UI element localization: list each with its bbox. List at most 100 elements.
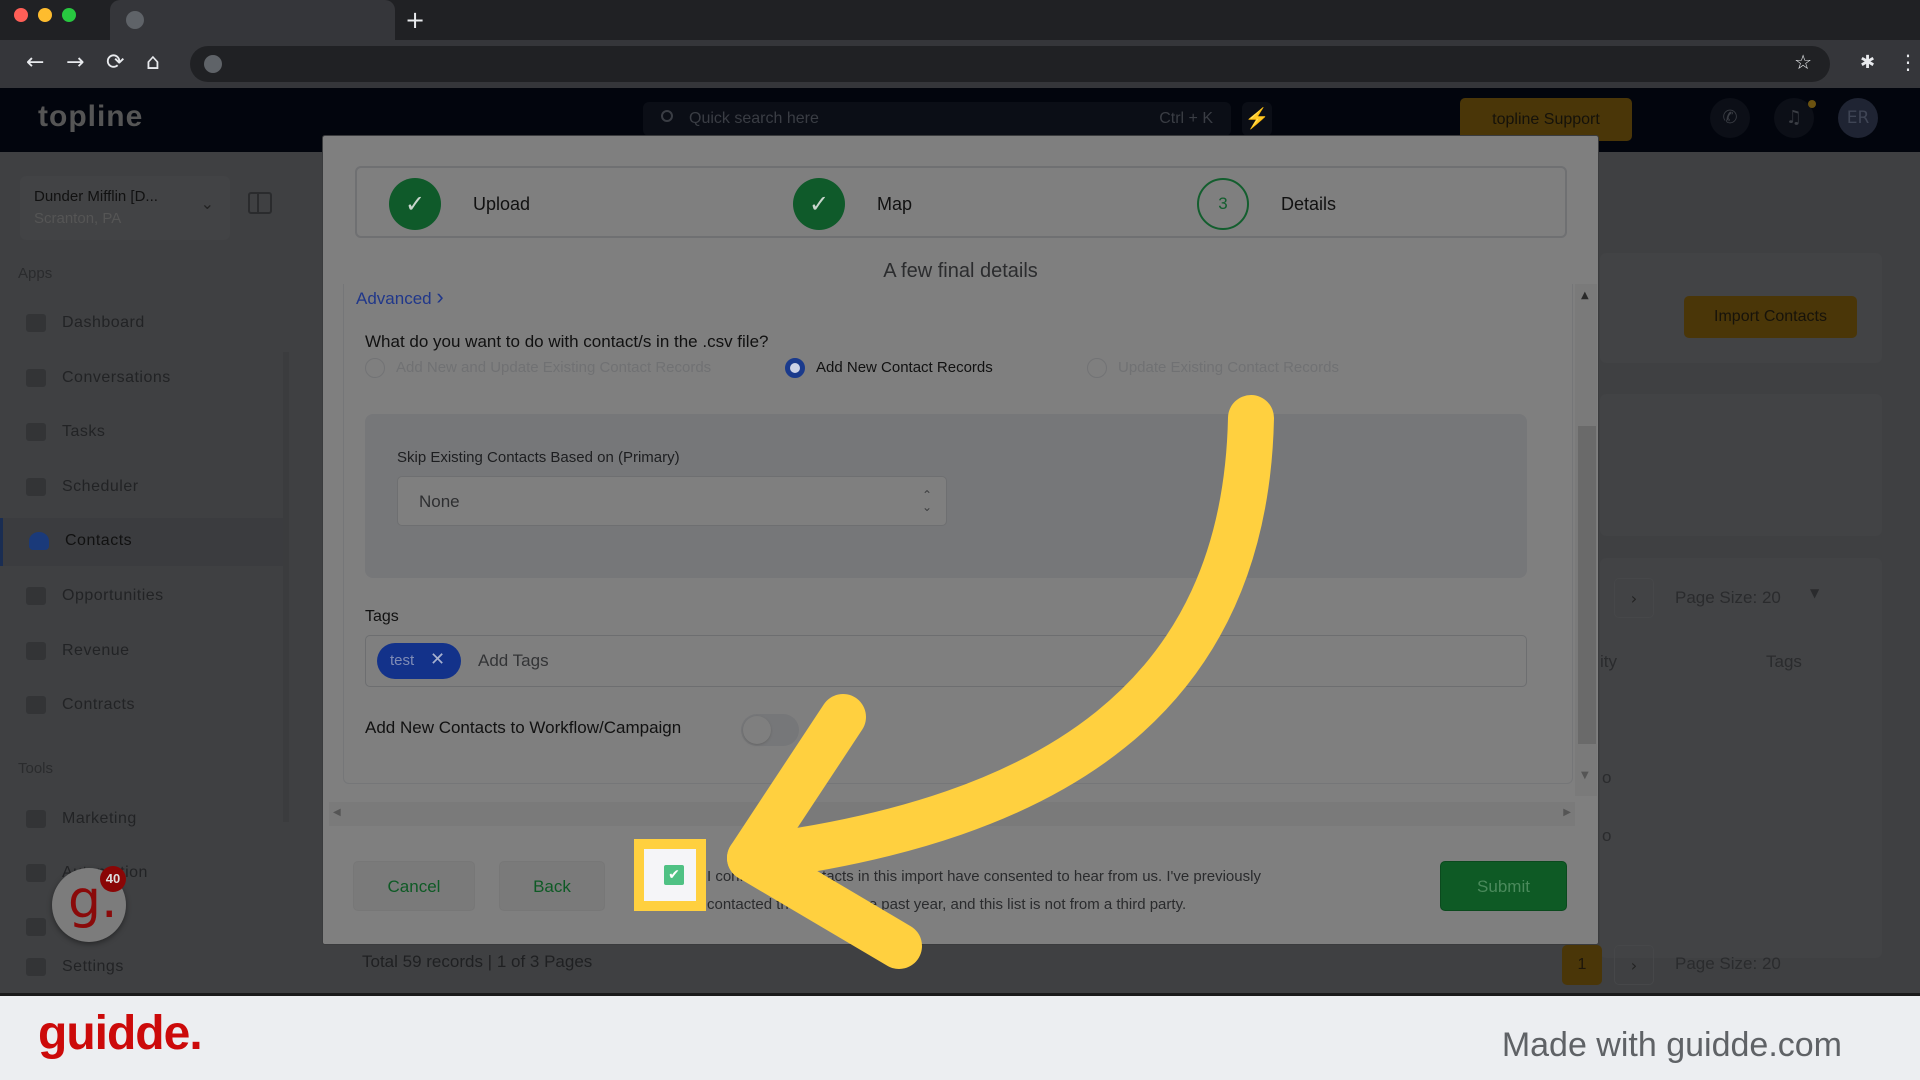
scroll-left-icon[interactable]: ◀	[333, 807, 341, 818]
close-window-button[interactable]	[14, 8, 28, 22]
consent-highlight-inner: ✔	[644, 849, 696, 901]
filter-card	[1600, 394, 1882, 536]
consent-line-1: I confirm that contacts in this import h…	[707, 868, 1261, 885]
vertical-scrollbar[interactable]: ▲ ▼	[1575, 284, 1597, 796]
page-size-select-bottom[interactable]: Page Size: 20	[1675, 954, 1781, 974]
column-header-tags[interactable]: Tags	[1766, 652, 1802, 672]
sidebar-item-label: Conversations	[62, 369, 171, 386]
sidebar-scrollbar[interactable]	[283, 352, 289, 822]
scrollbar-thumb[interactable]	[1578, 426, 1596, 744]
consent-checkbox[interactable]: ✔	[664, 865, 684, 885]
quick-search-input[interactable]: Quick search here Ctrl + K	[643, 102, 1231, 136]
guidde-logo: guidde.	[38, 1007, 203, 1060]
scroll-right-icon[interactable]: ▶	[1563, 807, 1571, 818]
records-status: Total 59 records | 1 of 3 Pages	[362, 952, 593, 971]
gears-icon	[26, 864, 46, 882]
sidebar-item-settings[interactable]: Settings	[0, 944, 285, 992]
site-info-icon[interactable]	[204, 55, 222, 73]
notification-dot	[1808, 100, 1816, 108]
back-button[interactable]: Back	[499, 861, 605, 911]
megaphone-icon	[26, 810, 46, 828]
modal-title: A few final details	[883, 260, 1038, 282]
skip-existing-label: Skip Existing Contacts Based on (Primary…	[397, 449, 680, 466]
sidebar-item-label: Contracts	[62, 696, 135, 713]
consent-line-2: contacted them within the past year, and…	[707, 896, 1187, 913]
submit-button[interactable]: Submit	[1440, 861, 1567, 911]
next-page-button[interactable]: ›	[1614, 578, 1654, 618]
import-details-modal: ✓ Upload ✓ Map 3 Details A few final det…	[322, 135, 1599, 945]
address-bar[interactable]: ☆	[190, 46, 1830, 82]
maximize-window-button[interactable]	[62, 8, 76, 22]
minimize-window-button[interactable]	[38, 8, 52, 22]
page-1-button[interactable]: 1	[1562, 945, 1602, 985]
check-icon: ✓	[793, 178, 845, 230]
sidebar-item-revenue[interactable]: Revenue	[0, 628, 285, 676]
sidebar-item-conversations[interactable]: Conversations	[0, 355, 285, 403]
sidebar-item-contracts[interactable]: Contracts	[0, 682, 285, 730]
workflow-toggle[interactable]	[741, 714, 799, 746]
step-number: 3	[1197, 178, 1249, 230]
back-arrow-icon[interactable]: ←	[26, 48, 44, 78]
radio-label[interactable]: Add New and Update Existing Contact Reco…	[396, 359, 711, 376]
skip-existing-select[interactable]: None ⌃ ⌄	[397, 476, 947, 526]
quick-search-placeholder: Quick search here	[689, 110, 819, 127]
phone-icon[interactable]: ✆	[1710, 98, 1750, 138]
table-cell: o	[1602, 826, 1612, 845]
made-with-guidde: Made with guidde.com	[1501, 1026, 1842, 1064]
sidebar-item-automation[interactable]: Automation	[0, 850, 285, 898]
sidebar-item-contacts[interactable]: Contacts	[0, 518, 285, 566]
step-label: Map	[877, 194, 913, 214]
account-switcher[interactable]: Dunder Mifflin [D... Scranton, PA ⌄	[20, 176, 230, 240]
advanced-link[interactable]: Advanced ›	[356, 284, 444, 310]
remove-tag-icon[interactable]: ✕	[430, 649, 445, 670]
sidebar-item-marketing[interactable]: Marketing	[0, 796, 285, 844]
csv-action-question: What do you want to do with contact/s in…	[365, 332, 769, 351]
sidebar-item-tasks[interactable]: Tasks	[0, 409, 285, 457]
tasks-icon	[26, 423, 46, 441]
next-page-button-bottom[interactable]: ›	[1614, 945, 1654, 985]
home-icon[interactable]: ⌂	[146, 48, 160, 78]
column-header-partial[interactable]: ity	[1600, 652, 1617, 672]
scroll-down-icon[interactable]: ▼	[1581, 770, 1589, 781]
browser-menu-icon[interactable]: ⋮	[1898, 50, 1918, 74]
document-icon	[26, 696, 46, 714]
tags-label: Tags	[365, 608, 399, 625]
new-tab-button[interactable]: +	[405, 6, 425, 34]
target-icon	[26, 587, 46, 605]
browser-tab[interactable]	[110, 0, 395, 40]
bolt-icon[interactable]: ⚡	[1242, 102, 1272, 136]
browser-tab-bar: +	[0, 0, 1920, 40]
radio-label[interactable]: Update Existing Contact Records	[1118, 359, 1339, 376]
forward-arrow-icon[interactable]: →	[66, 48, 84, 78]
tools-section-label: Tools	[18, 760, 54, 777]
cancel-button[interactable]: Cancel	[353, 861, 475, 911]
import-stepper: ✓ Upload ✓ Map 3 Details	[355, 166, 1567, 238]
select-updown-icon: ⌃ ⌄	[921, 488, 932, 514]
tags-input[interactable]: test ✕ Add Tags	[365, 635, 1527, 687]
browser-toolbar: ← → ⟳ ⌂ ☆ ✱ ⋮	[0, 40, 1920, 88]
sidebar-item-scheduler[interactable]: Scheduler	[0, 464, 285, 512]
radio-add-and-update[interactable]	[365, 358, 385, 378]
user-avatar[interactable]: ER	[1838, 98, 1878, 138]
radio-update-existing[interactable]	[1087, 358, 1107, 378]
radio-label[interactable]: Add New Contact Records	[816, 359, 993, 376]
sidebar: Dunder Mifflin [D... Scranton, PA ⌄ Apps…	[0, 152, 290, 993]
extensions-icon[interactable]: ✱	[1860, 52, 1875, 73]
reload-icon[interactable]: ⟳	[106, 48, 124, 78]
import-contacts-button[interactable]: Import Contacts	[1684, 296, 1857, 338]
page-size-select[interactable]: Page Size: 20	[1675, 588, 1781, 608]
radio-add-new[interactable]	[785, 358, 805, 378]
scroll-up-icon[interactable]: ▲	[1581, 290, 1589, 301]
horizontal-scrollbar[interactable]: ◀ ▶	[329, 802, 1575, 826]
sidebar-item-opportunities[interactable]: Opportunities	[0, 573, 285, 621]
step-label: Details	[1281, 194, 1337, 214]
skip-existing-panel: Skip Existing Contacts Based on (Primary…	[365, 414, 1527, 578]
bookmark-star-icon[interactable]: ☆	[1794, 50, 1812, 74]
search-shortcut-hint: Ctrl + K	[1159, 110, 1213, 127]
person-icon	[29, 532, 49, 550]
topline-logo[interactable]: topline	[38, 100, 143, 134]
tag-chip-label: test	[390, 652, 415, 669]
sidebar-item-dashboard[interactable]: Dashboard	[0, 300, 285, 348]
step-label: Upload	[473, 194, 531, 214]
collapse-sidebar-icon[interactable]	[248, 192, 272, 214]
